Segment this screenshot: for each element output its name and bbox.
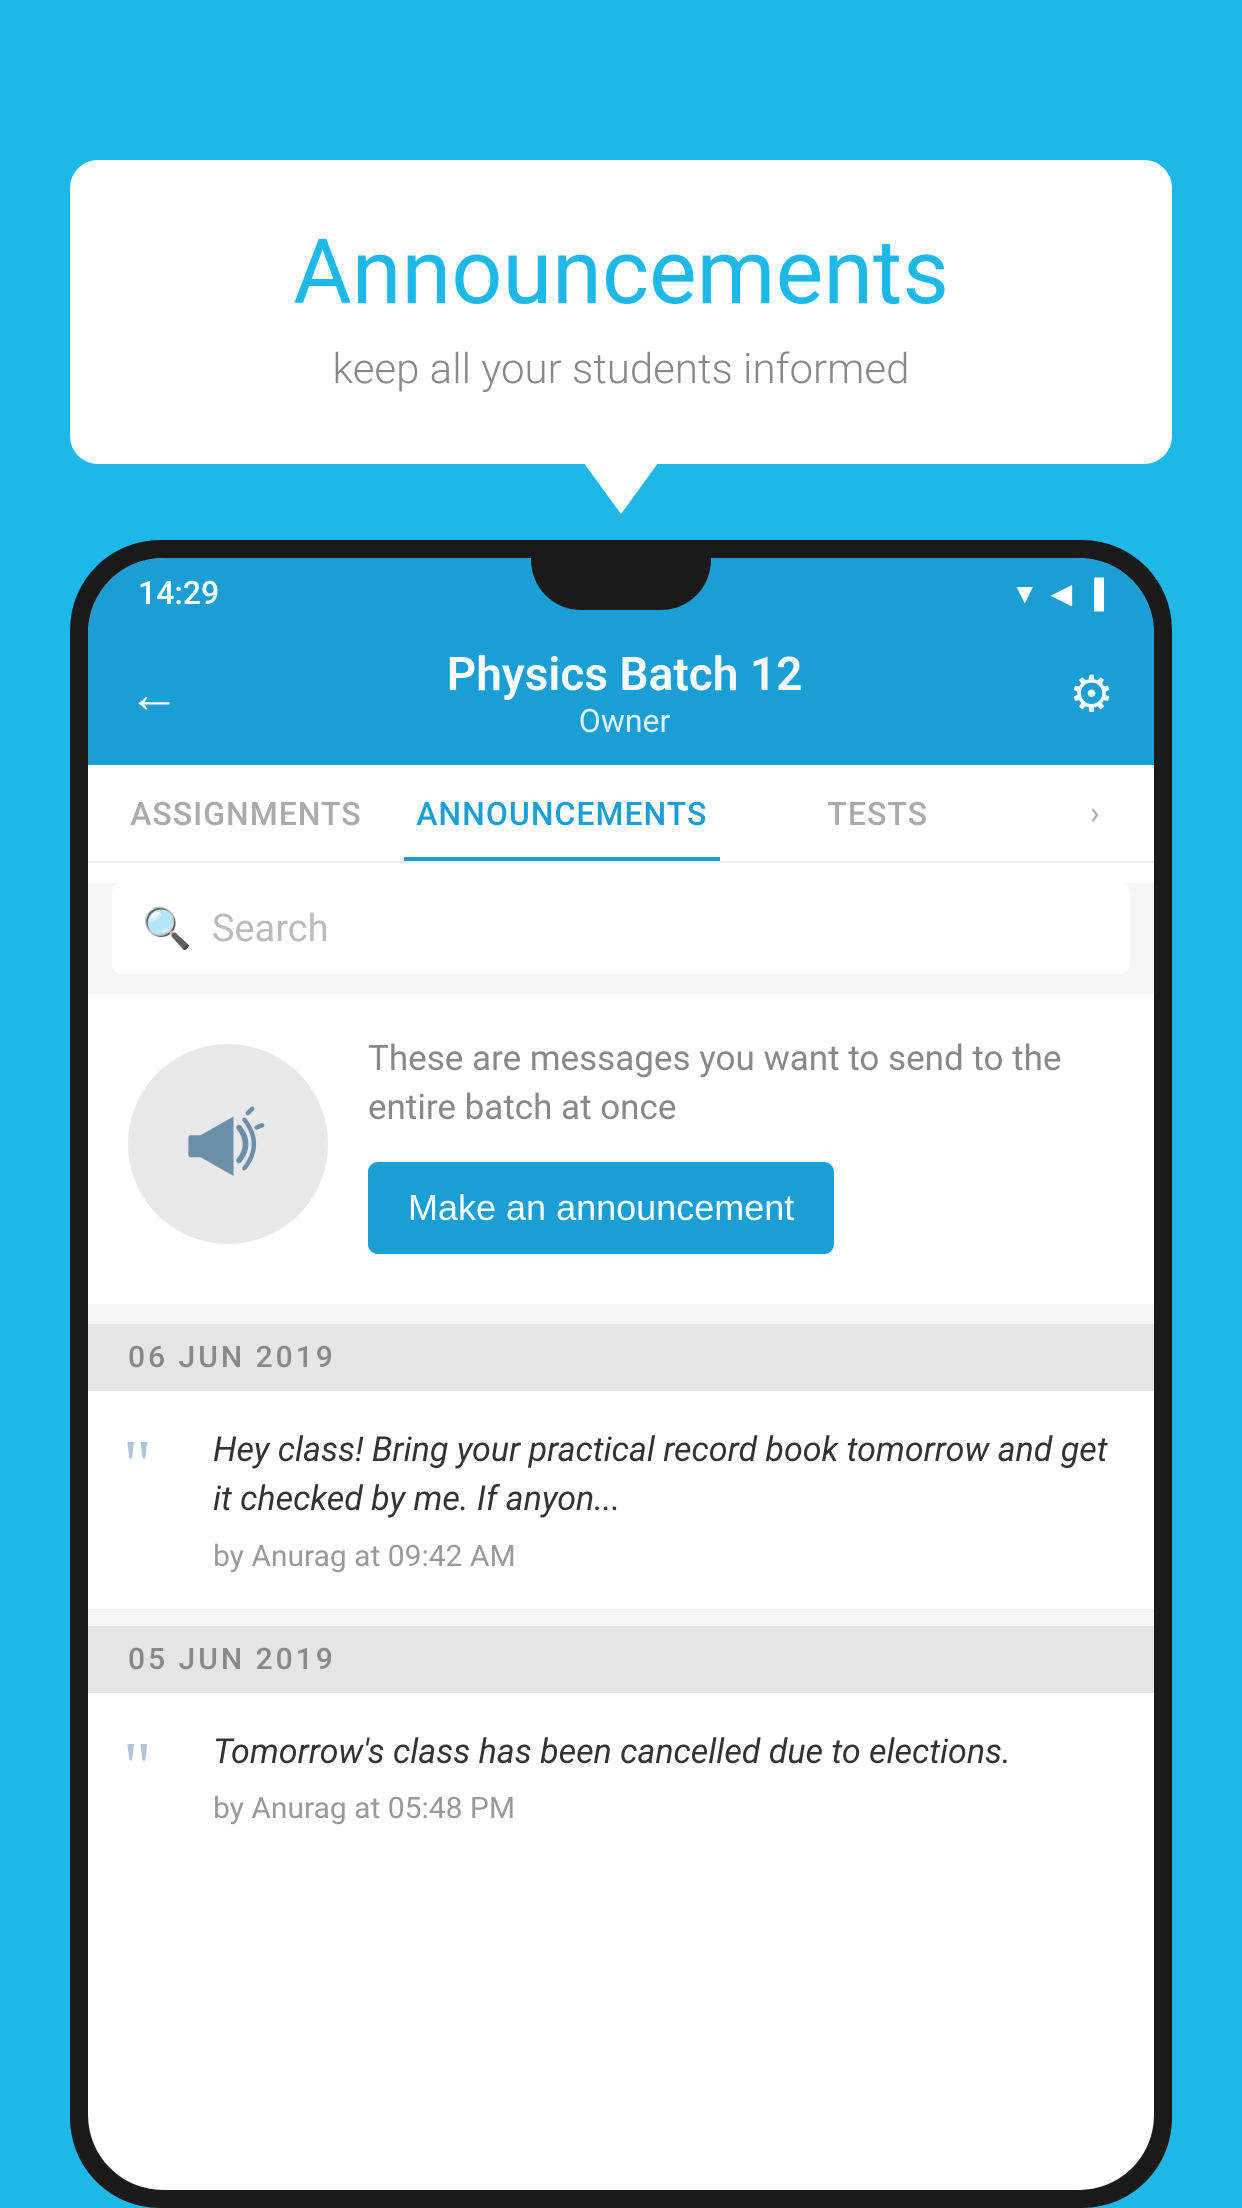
signal-icon: ◀	[1051, 577, 1073, 610]
announcement-meta-2: by Anurag at 05:48 PM	[213, 1791, 1114, 1826]
bubble-title: Announcements	[120, 220, 1122, 325]
megaphone-icon	[173, 1089, 283, 1199]
battery-icon: ▐	[1084, 577, 1104, 610]
phone-inner: 14:29 ▼ ◀ ▐ ← Physics Batch 12 Owner ⚙ A…	[88, 558, 1154, 2190]
announcement-text-2: Tomorrow's class has been cancelled due …	[213, 1728, 1114, 1777]
quote-icon-2: "	[123, 1733, 183, 1803]
date-separator-1: 06 JUN 2019	[88, 1324, 1154, 1391]
announcement-icon-circle	[128, 1044, 328, 1244]
content-area: 🔍 Search	[88, 883, 1154, 1861]
announcement-content-1: Hey class! Bring your practical record b…	[213, 1426, 1114, 1574]
announcement-right: These are messages you want to send to t…	[368, 1034, 1114, 1254]
back-button[interactable]: ←	[128, 664, 180, 725]
status-time: 14:29	[138, 574, 219, 612]
app-bar-title: Physics Batch 12	[447, 648, 803, 702]
status-icons: ▼ ◀ ▐	[1011, 577, 1104, 610]
search-icon: 🔍	[142, 905, 192, 952]
tab-tests[interactable]: TESTS	[720, 765, 1036, 861]
tab-announcements[interactable]: ANNOUNCEMENTS	[404, 765, 720, 861]
phone-notch	[531, 558, 711, 610]
announcement-item-1: " Hey class! Bring your practical record…	[88, 1391, 1154, 1610]
date-separator-2: 05 JUN 2019	[88, 1626, 1154, 1693]
quote-icon-1: "	[123, 1431, 183, 1501]
search-bar[interactable]: 🔍 Search	[112, 883, 1130, 974]
announcement-description: These are messages you want to send to t…	[368, 1034, 1114, 1132]
speech-bubble: Announcements keep all your students inf…	[70, 160, 1172, 464]
phone-container: 14:29 ▼ ◀ ▐ ← Physics Batch 12 Owner ⚙ A…	[70, 540, 1172, 2208]
announcement-content-2: Tomorrow's class has been cancelled due …	[213, 1728, 1114, 1826]
app-bar-center: Physics Batch 12 Owner	[447, 648, 803, 740]
tab-assignments[interactable]: ASSIGNMENTS	[88, 765, 404, 861]
tab-more[interactable]: ›	[1036, 765, 1154, 861]
wifi-icon: ▼	[1011, 577, 1039, 610]
announcement-text-1: Hey class! Bring your practical record b…	[213, 1426, 1114, 1525]
make-announcement-button[interactable]: Make an announcement	[368, 1162, 834, 1254]
settings-icon[interactable]: ⚙	[1069, 665, 1114, 724]
announcement-prompt: These are messages you want to send to t…	[88, 994, 1154, 1304]
announcement-meta-1: by Anurag at 09:42 AM	[213, 1539, 1114, 1574]
tabs-container: ASSIGNMENTS ANNOUNCEMENTS TESTS ›	[88, 765, 1154, 863]
app-bar-subtitle: Owner	[447, 702, 803, 740]
search-placeholder: Search	[212, 907, 329, 951]
app-bar: ← Physics Batch 12 Owner ⚙	[88, 628, 1154, 765]
announcement-item-2: " Tomorrow's class has been cancelled du…	[88, 1693, 1154, 1861]
bubble-subtitle: keep all your students informed	[120, 345, 1122, 394]
phone-outer: 14:29 ▼ ◀ ▐ ← Physics Batch 12 Owner ⚙ A…	[70, 540, 1172, 2208]
